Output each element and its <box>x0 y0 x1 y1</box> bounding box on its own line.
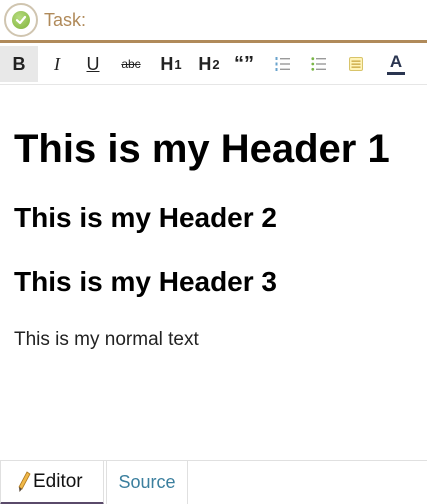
task-bar: Task: <box>0 0 427 40</box>
tab-editor-label: Editor <box>33 470 83 492</box>
ordered-list-icon <box>275 57 290 71</box>
heading2-button[interactable]: H2 <box>190 46 228 82</box>
editor-tabs: Editor Source <box>0 460 427 504</box>
header-2-text[interactable]: This is my Header 2 <box>14 202 277 234</box>
underline-label: U <box>86 53 100 74</box>
strikethrough-label: abc <box>121 57 141 71</box>
header-1-text[interactable]: This is my Header 1 <box>14 127 390 172</box>
normal-text[interactable]: This is my normal text <box>14 329 199 351</box>
heading2-label: H <box>198 53 212 74</box>
underline-button[interactable]: U <box>76 46 110 82</box>
quote-label: “” <box>234 52 254 75</box>
check-circle-icon <box>12 11 30 29</box>
blockquote-button[interactable]: “” <box>228 46 260 82</box>
tab-editor[interactable]: Editor <box>0 461 104 504</box>
ordered-list-button[interactable] <box>266 46 300 82</box>
highlight-button[interactable] <box>338 46 374 82</box>
task-label[interactable]: Task: <box>44 10 86 31</box>
font-color-icon: A <box>387 51 405 75</box>
heading1-button[interactable]: H1 <box>152 46 190 82</box>
complete-task-button[interactable] <box>4 3 38 37</box>
font-color-swatch <box>387 71 405 75</box>
bold-button[interactable]: B <box>0 46 38 82</box>
heading1-label: H <box>160 53 174 74</box>
tab-source-label: Source <box>118 472 176 492</box>
font-color-label: A <box>389 51 403 71</box>
italic-button[interactable]: I <box>40 46 74 82</box>
header-3-text[interactable]: This is my Header 3 <box>14 266 277 298</box>
editor-app: Task: B I U abc H1 H2 “” A This is my He… <box>0 0 427 504</box>
bold-label: B <box>12 53 26 74</box>
italic-label: I <box>54 53 60 74</box>
formatting-toolbar: B I U abc H1 H2 “” A <box>0 43 427 85</box>
pencil-icon <box>18 470 31 492</box>
bullet-list-icon <box>311 57 326 71</box>
strikethrough-button[interactable]: abc <box>114 46 148 82</box>
heading2-sub: 2 <box>212 56 220 72</box>
highlight-icon <box>349 57 363 71</box>
font-color-button[interactable]: A <box>378 46 414 82</box>
bullet-list-button[interactable] <box>302 46 336 82</box>
heading1-sub: 1 <box>174 56 182 72</box>
tab-source[interactable]: Source <box>106 461 188 504</box>
